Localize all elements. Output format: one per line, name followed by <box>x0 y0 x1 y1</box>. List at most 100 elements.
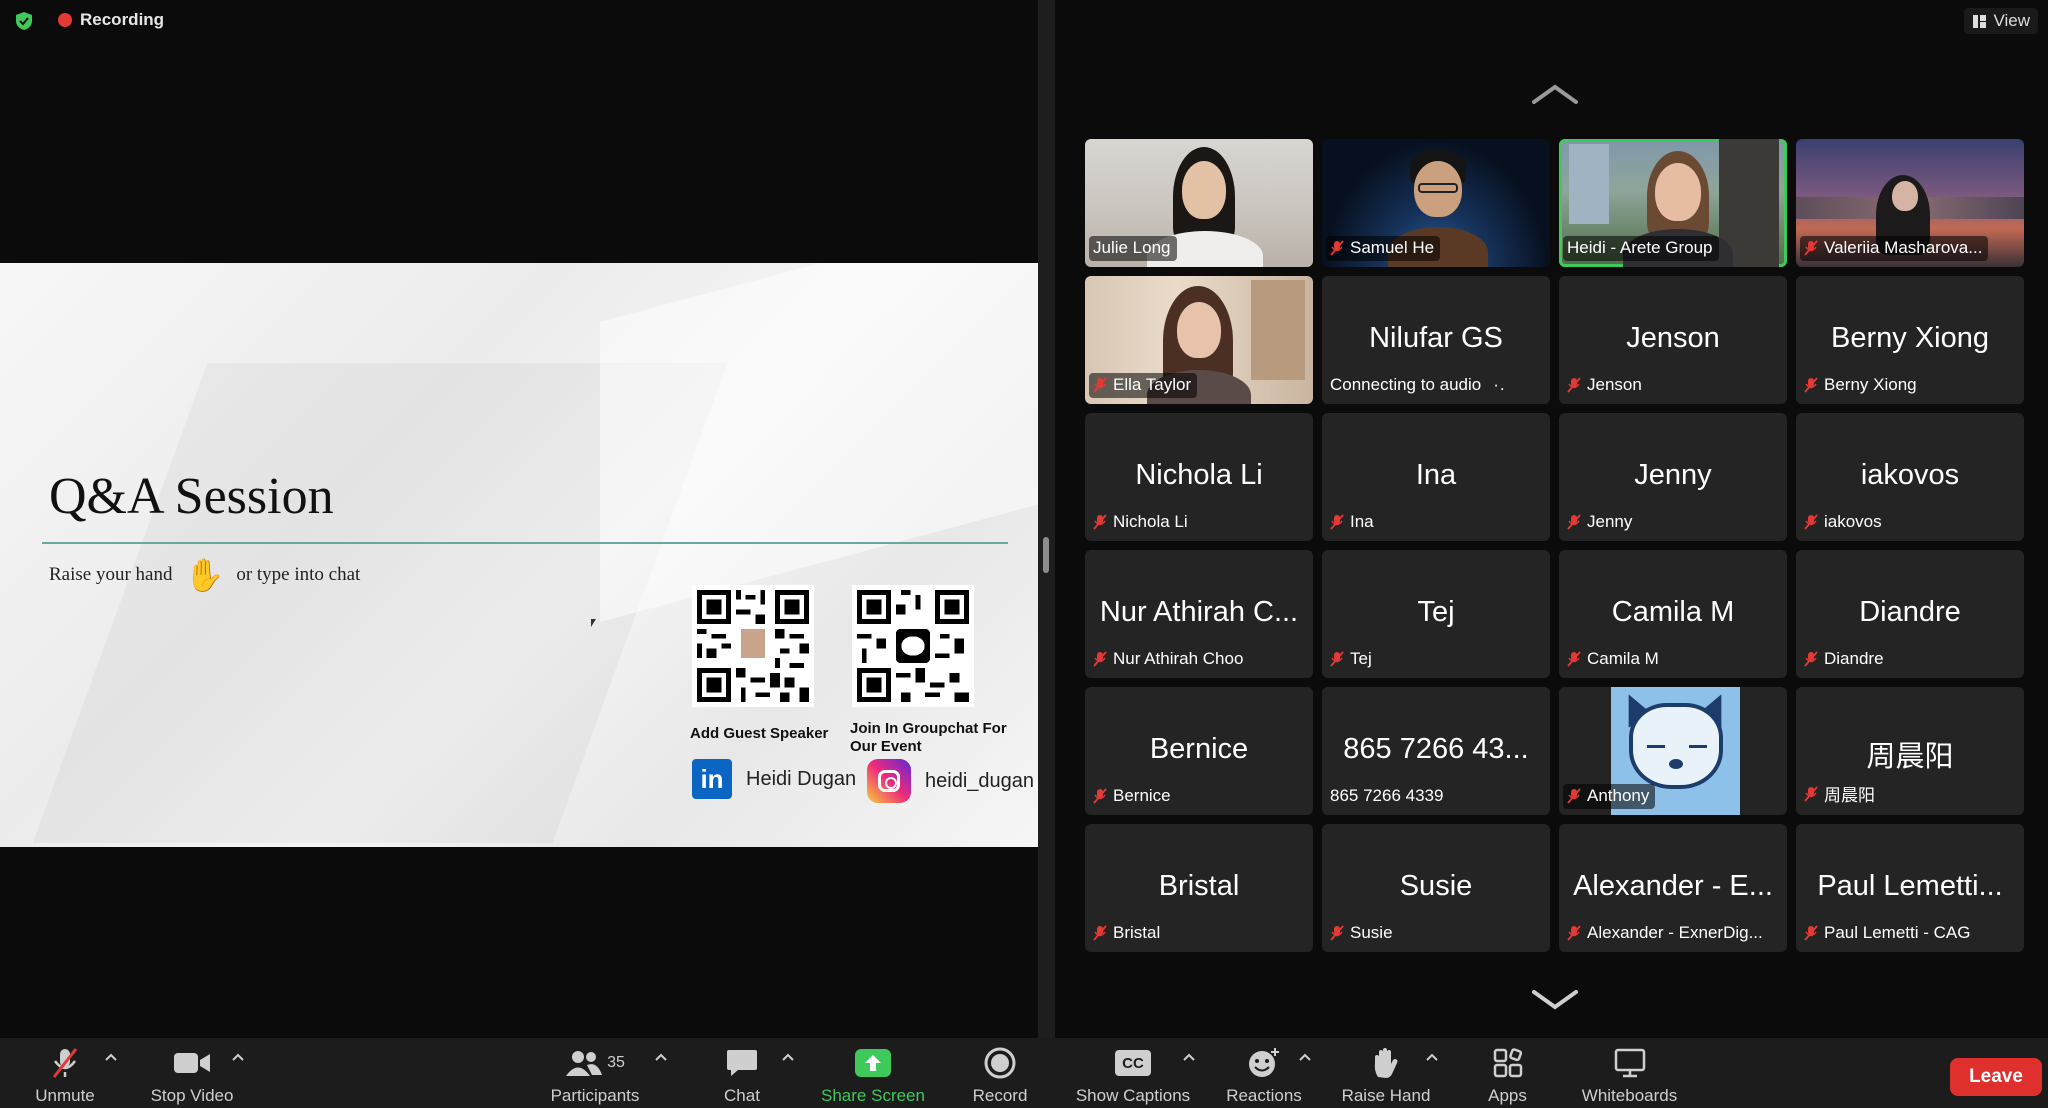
participants-button[interactable]: 35 Participants <box>540 1038 650 1108</box>
recording-indicator[interactable]: Recording <box>58 10 164 30</box>
participant-display-name: 865 7266 43... <box>1343 733 1529 765</box>
microphone-muted-icon <box>1804 925 1818 941</box>
participant-name-tag: Connecting to audio ·. <box>1326 373 1512 398</box>
participant-display-name: Jenny <box>1634 459 1712 491</box>
participant-name: Tej <box>1350 649 1372 668</box>
participant-tile[interactable]: Camila M Camila M <box>1559 550 1787 678</box>
qr-label-groupchat: Join In Groupchat For Our Event <box>850 720 1007 755</box>
raise-hand-button[interactable]: Raise Hand <box>1336 1038 1436 1108</box>
stop-video-button[interactable]: Stop Video <box>142 1038 242 1108</box>
participant-display-name: iakovos <box>1860 459 1960 491</box>
meeting-topbar: Recording <box>0 0 1040 40</box>
participant-name-tag: Heidi - Arete Group <box>1563 236 1719 261</box>
participant-tile[interactable]: 865 7266 43... 865 7266 4339 <box>1322 687 1550 815</box>
participant-tile-active-speaker[interactable]: Heidi - Arete Group <box>1559 139 1787 267</box>
page-down-chevron-icon[interactable] <box>1530 988 1580 1012</box>
recording-dot-icon <box>58 13 72 27</box>
apps-label: Apps <box>1488 1086 1527 1105</box>
participant-tile[interactable]: Susie Susie <box>1322 824 1550 952</box>
video-options-caret-icon[interactable] <box>231 1052 245 1062</box>
qr-code-groupchat <box>852 585 974 707</box>
participant-name-tag: Bernice <box>1089 784 1177 809</box>
participant-name: Nur Athirah Choo <box>1113 649 1244 668</box>
participant-tile[interactable]: Nilufar GS Connecting to audio ·. <box>1322 276 1550 404</box>
participant-tile[interactable]: Tej Tej <box>1322 550 1550 678</box>
linkedin-name: Heidi Dugan <box>746 767 857 790</box>
participant-tile[interactable]: iakovos iakovos <box>1796 413 2024 541</box>
reactions-options-caret-icon[interactable] <box>1298 1052 1312 1062</box>
slide-subtitle-left: Raise your hand <box>49 564 173 585</box>
participant-tile[interactable]: Nichola Li Nichola Li <box>1085 413 1313 541</box>
microphone-muted-icon <box>1567 514 1581 530</box>
participant-name-tag: 周晨阳 <box>1800 779 1881 809</box>
participant-status: Connecting to audio <box>1330 375 1482 394</box>
participant-name: Heidi - Arete Group <box>1567 238 1713 257</box>
audio-options-caret-icon[interactable] <box>104 1052 118 1062</box>
participant-tile[interactable]: Anthony <box>1559 687 1787 815</box>
meeting-toolbar: Unmute Stop Video 35 Participants Chat S… <box>0 1038 2048 1108</box>
instagram-contact: heidi_dugan <box>867 759 1034 803</box>
participant-name: iakovos <box>1824 512 1882 531</box>
participant-name: 865 7266 4339 <box>1330 786 1444 805</box>
leave-button[interactable]: Leave <box>1950 1058 2042 1096</box>
participants-options-caret-icon[interactable] <box>654 1052 668 1062</box>
microphone-muted-icon <box>1804 514 1818 530</box>
participant-name: Ina <box>1350 512 1374 531</box>
share-screen-button[interactable]: Share Screen <box>813 1038 933 1108</box>
participant-display-name: Bristal <box>1158 870 1240 902</box>
participant-tile[interactable]: Berny Xiong Berny Xiong <box>1796 276 2024 404</box>
participant-tile[interactable]: Bernice Bernice <box>1085 687 1313 815</box>
participant-name-tag: Samuel He <box>1326 236 1441 261</box>
mouse-cursor-icon <box>591 619 596 627</box>
slide-divider <box>42 542 1008 544</box>
participant-tile[interactable]: Ella Taylor <box>1085 276 1313 404</box>
participant-display-name: Bernice <box>1149 733 1249 765</box>
participants-icon <box>566 1051 603 1076</box>
participant-tile[interactable]: Nur Athirah C... Nur Athirah Choo <box>1085 550 1313 678</box>
participant-tile[interactable]: Paul Lemetti... Paul Lemetti - CAG <box>1796 824 2024 952</box>
participant-tile[interactable]: Valeriia Masharova... <box>1796 139 2024 267</box>
participant-name: Bernice <box>1113 786 1171 805</box>
participant-name: Jenson <box>1587 375 1642 394</box>
stop-video-label: Stop Video <box>150 1086 234 1105</box>
shared-screen-pane: Q&A Session Raise your hand ✋ or type in… <box>0 0 1040 1038</box>
participant-tile[interactable]: 周晨阳 周晨阳 <box>1796 687 2024 815</box>
instagram-icon <box>867 759 911 803</box>
participant-tile[interactable]: Diandre Diandre <box>1796 550 2024 678</box>
recording-label: Recording <box>80 10 165 29</box>
participant-tile[interactable]: Samuel He <box>1322 139 1550 267</box>
page-up-chevron-icon[interactable] <box>1530 82 1580 106</box>
microphone-muted-icon <box>1330 514 1344 530</box>
participant-name: Jenny <box>1587 512 1633 531</box>
pane-divider[interactable] <box>1038 0 1055 1038</box>
reactions-button[interactable]: Reactions <box>1218 1038 1310 1108</box>
chat-button[interactable]: Chat <box>702 1038 782 1108</box>
microphone-muted-icon <box>1093 377 1107 393</box>
chat-label: Chat <box>724 1086 760 1105</box>
apps-button[interactable]: Apps <box>1470 1038 1545 1108</box>
microphone-muted-icon <box>1804 785 1818 802</box>
participant-tile[interactable]: Jenson Jenson <box>1559 276 1787 404</box>
raise-hand-options-caret-icon[interactable] <box>1425 1052 1439 1062</box>
smiley-plus-icon <box>1249 1048 1279 1077</box>
whiteboard-icon <box>1614 1048 1645 1078</box>
linkedin-icon: in <box>692 759 732 799</box>
microphone-muted-icon <box>1330 925 1344 941</box>
participant-name-tag: Paul Lemetti - CAG <box>1800 921 1976 946</box>
pane-resize-handle[interactable] <box>1043 537 1049 573</box>
participant-tile[interactable]: Julie Long <box>1085 139 1313 267</box>
captions-options-caret-icon[interactable] <box>1182 1052 1196 1062</box>
unmute-button[interactable]: Unmute <box>22 1038 108 1108</box>
participant-name: Valeriia Masharova... <box>1824 238 1983 257</box>
participant-tile[interactable]: Alexander - E... Alexander - ExnerDig... <box>1559 824 1787 952</box>
whiteboards-button[interactable]: Whiteboards <box>1572 1038 1687 1108</box>
participant-name: Samuel He <box>1350 238 1435 257</box>
participant-display-name: Jenson <box>1626 322 1720 354</box>
participant-tile[interactable]: Ina Ina <box>1322 413 1550 541</box>
participant-tile[interactable]: Bristal Bristal <box>1085 824 1313 952</box>
security-shield-icon[interactable] <box>14 11 34 31</box>
record-button[interactable]: Record <box>960 1038 1040 1108</box>
show-captions-button[interactable]: CC Show Captions <box>1068 1038 1198 1108</box>
participant-tile[interactable]: Jenny Jenny <box>1559 413 1787 541</box>
chat-options-caret-icon[interactable] <box>781 1052 795 1062</box>
